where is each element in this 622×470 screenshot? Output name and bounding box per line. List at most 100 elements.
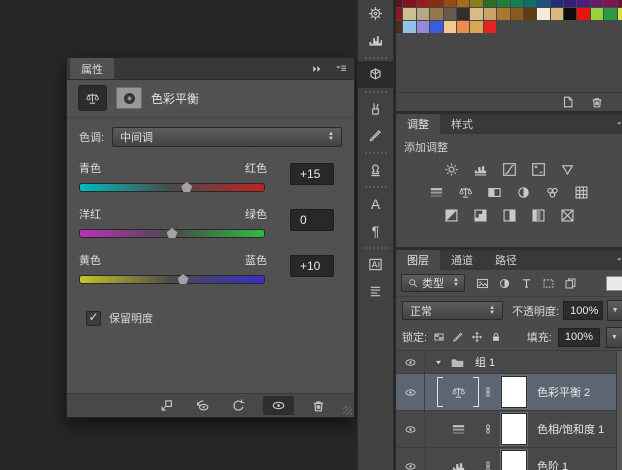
color-swatch[interactable] [417, 0, 429, 7]
curves-icon[interactable] [499, 161, 519, 177]
color-balance-icon[interactable] [456, 184, 476, 200]
color-swatch[interactable] [403, 0, 415, 7]
slider-track[interactable] [79, 275, 265, 284]
color-swatch[interactable] [457, 0, 469, 7]
slider-value-field[interactable]: +15 [290, 163, 334, 185]
color-swatch[interactable] [444, 21, 456, 33]
lock-paint-icon[interactable] [452, 331, 464, 343]
panel-icon-paragraph-styles[interactable] [358, 278, 393, 305]
layer-row[interactable]: 色阶 1 [396, 448, 622, 470]
color-swatch[interactable] [396, 8, 402, 20]
layer-name[interactable]: 色彩平衡 2 [537, 384, 590, 400]
slider-value-field[interactable]: +10 [290, 255, 334, 277]
color-swatch[interactable] [551, 0, 563, 7]
color-swatch[interactable] [497, 8, 509, 20]
visibility-eye-icon[interactable] [396, 411, 425, 447]
tab-styles[interactable]: 样式 [440, 114, 484, 134]
preserve-luminosity-checkbox[interactable]: ✓ [86, 311, 101, 326]
resize-grip[interactable] [343, 406, 352, 415]
opacity-dropdown-button[interactable]: ▼ [607, 300, 622, 321]
color-swatch[interactable] [551, 8, 563, 20]
exposure-icon[interactable] [528, 161, 548, 177]
tone-select[interactable]: 中间调 ▲▼ [112, 127, 342, 147]
reset-icon[interactable] [227, 396, 250, 415]
opacity-value[interactable]: 100% [563, 301, 603, 320]
tab-properties[interactable]: 属性 [70, 58, 114, 79]
color-balance-icon[interactable] [78, 85, 107, 111]
color-swatch[interactable] [604, 0, 616, 7]
filter-toggle[interactable] [606, 276, 622, 291]
lock-all-icon[interactable] [490, 331, 502, 343]
vibrance-icon[interactable] [557, 161, 577, 177]
layers-scrollbar[interactable] [616, 351, 622, 470]
pixel-filter-icon[interactable] [476, 277, 489, 290]
clip-to-layer-icon[interactable] [155, 396, 178, 415]
color-swatch[interactable] [564, 8, 576, 20]
lock-position-icon[interactable] [471, 331, 483, 343]
layer-name[interactable]: 色相/饱和度 1 [537, 421, 604, 437]
layer-row[interactable]: 色相/饱和度 1 [396, 411, 622, 448]
color-swatch[interactable] [484, 21, 496, 33]
panel-icon-navigator[interactable] [358, 0, 393, 27]
hue-saturation-icon[interactable] [427, 184, 447, 200]
tab-layers[interactable]: 图层 [396, 250, 440, 270]
color-swatch[interactable] [524, 0, 536, 7]
color-swatch[interactable] [577, 8, 589, 20]
visibility-eye-icon[interactable] [396, 374, 425, 410]
dock-separator[interactable] [358, 183, 393, 190]
channel-mixer-icon[interactable] [543, 184, 563, 200]
filter-kind-select[interactable]: 类型 ▲▼ [401, 274, 465, 292]
color-swatch[interactable] [470, 8, 482, 20]
lock-transparency-icon[interactable] [433, 331, 445, 343]
layer-thumbnail[interactable] [437, 451, 479, 470]
color-swatch[interactable] [618, 0, 622, 7]
panel-icon-character-styles[interactable] [358, 251, 393, 278]
posterize-icon[interactable] [470, 207, 490, 223]
visibility-eye-icon[interactable] [396, 448, 425, 470]
slider-track[interactable] [79, 229, 265, 238]
dock-separator[interactable] [358, 54, 393, 61]
layer-thumbnail[interactable] [437, 414, 479, 444]
dock-separator[interactable] [358, 88, 393, 95]
color-lookup-icon[interactable] [572, 184, 592, 200]
layer-mask-thumbnail[interactable] [501, 413, 527, 445]
color-swatch[interactable] [396, 21, 402, 33]
new-swatch-icon[interactable] [561, 95, 575, 109]
fill-value[interactable]: 100% [558, 328, 600, 347]
delete-icon[interactable] [590, 95, 604, 109]
panel-icon-histogram[interactable] [358, 27, 393, 54]
visibility-eye-icon[interactable] [396, 351, 425, 373]
panel-icon-character[interactable]: A [358, 190, 393, 217]
color-swatch[interactable] [457, 8, 469, 20]
tab-channels[interactable]: 通道 [440, 250, 484, 270]
color-swatch[interactable] [511, 8, 523, 20]
color-swatch[interactable] [470, 21, 482, 33]
color-swatch[interactable] [497, 0, 509, 7]
slider-value-field[interactable]: 0 [290, 209, 334, 231]
brightness-contrast-icon[interactable] [441, 161, 461, 177]
panel-icon-brush[interactable] [358, 95, 393, 122]
invert-icon[interactable] [441, 207, 461, 223]
color-swatch[interactable] [417, 21, 429, 33]
threshold-icon[interactable] [499, 207, 519, 223]
color-swatch[interactable] [511, 0, 523, 7]
panel-menu-icon[interactable] [616, 250, 622, 270]
tab-paths[interactable]: 路径 [484, 250, 528, 270]
blend-mode-select[interactable]: 正常 ▲▼ [402, 301, 503, 320]
slider-thumb[interactable] [181, 182, 192, 192]
color-swatch[interactable] [430, 8, 442, 20]
fill-dropdown-button[interactable]: ▼ [606, 327, 622, 348]
color-swatch[interactable] [484, 8, 496, 20]
smart-object-filter-icon[interactable] [564, 277, 577, 290]
shape-filter-icon[interactable] [542, 277, 555, 290]
color-swatch[interactable] [618, 8, 622, 20]
color-swatch[interactable] [417, 8, 429, 20]
color-swatch[interactable] [444, 0, 456, 7]
adjustment-filter-icon[interactable] [498, 277, 511, 290]
color-swatch[interactable] [430, 21, 442, 33]
layer-mask-icon[interactable] [116, 87, 142, 109]
tab-adjustments[interactable]: 调整 [396, 114, 440, 134]
panel-menu-icon[interactable] [329, 58, 354, 79]
slider-thumb[interactable] [178, 274, 189, 284]
color-swatch[interactable] [470, 0, 482, 7]
